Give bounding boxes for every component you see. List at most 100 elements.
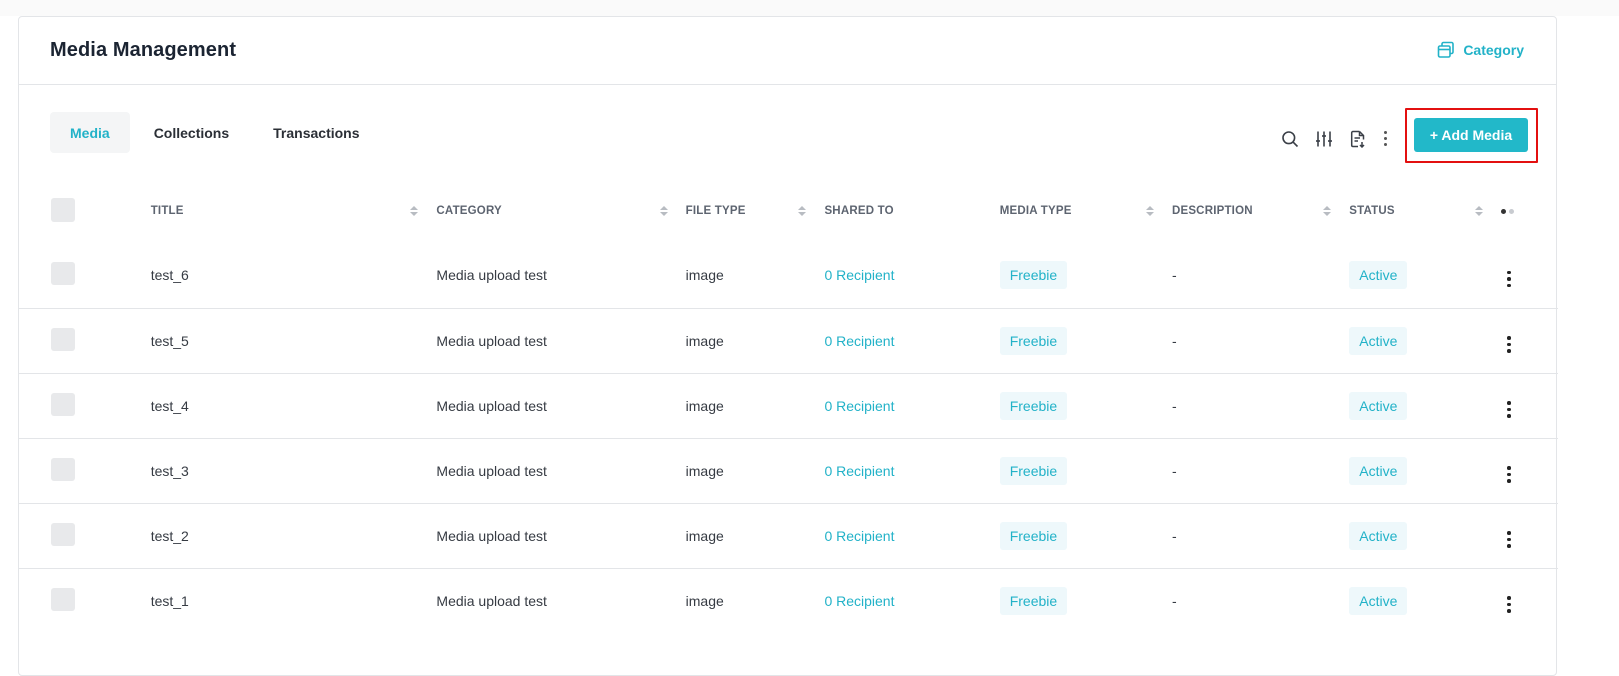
row-shared-to-link[interactable]: 0 Recipient <box>824 398 894 414</box>
row-description: - <box>1171 502 1350 568</box>
row-actions-cell <box>1501 502 1558 568</box>
column-description: DESCRIPTION <box>1172 179 1349 243</box>
row-media-type-cell: Freebie <box>999 437 1172 503</box>
row-more-vertical-icon[interactable] <box>1501 464 1517 485</box>
sort-icon[interactable] <box>1145 206 1154 216</box>
row-more-vertical-icon[interactable] <box>1501 594 1517 615</box>
row-more-vertical-icon[interactable] <box>1501 269 1517 290</box>
row-actions-cell <box>1501 243 1558 308</box>
row-file-type: image <box>685 307 825 373</box>
stacked-windows-icon <box>1438 41 1455 58</box>
sort-icon[interactable] <box>1323 206 1332 216</box>
row-select-cell <box>19 502 151 568</box>
row-shared-to-link[interactable]: 0 Recipient <box>824 267 894 283</box>
row-checkbox[interactable] <box>51 522 75 546</box>
row-status-cell: Active <box>1349 243 1501 308</box>
row-shared-to-cell: 0 Recipient <box>824 372 1000 438</box>
card-header: Media Management Category <box>19 17 1556 85</box>
sort-icon[interactable] <box>659 206 668 216</box>
row-checkbox[interactable] <box>51 587 75 611</box>
table-row[interactable]: test_3 Media upload test image 0 Recipie… <box>19 437 1558 503</box>
column-title: TITLE <box>151 179 437 243</box>
sort-icon[interactable] <box>410 206 419 216</box>
row-title: test_1 <box>150 567 437 633</box>
row-media-type-cell: Freebie <box>999 307 1172 373</box>
row-more-vertical-icon[interactable] <box>1501 529 1517 550</box>
search-icon[interactable] <box>1279 128 1301 150</box>
row-actions-cell <box>1501 567 1558 633</box>
row-title: test_3 <box>150 437 437 503</box>
row-media-type-cell: Freebie <box>999 243 1172 308</box>
status-badge: Active <box>1349 586 1408 615</box>
media-table: TITLE CATEGORY FILE TYPE SHARED TO MEDIA… <box>19 179 1558 633</box>
row-category: Media upload test <box>436 437 686 503</box>
row-title: test_4 <box>150 372 437 438</box>
sort-icon[interactable] <box>1475 206 1484 216</box>
table-header-row: TITLE CATEGORY FILE TYPE SHARED TO MEDIA… <box>19 179 1558 243</box>
column-settings-icon[interactable] <box>1501 209 1515 214</box>
media-type-badge: Freebie <box>999 261 1068 290</box>
row-category: Media upload test <box>436 267 547 284</box>
row-more-vertical-icon[interactable] <box>1501 334 1517 355</box>
export-document-icon[interactable] <box>1347 128 1369 150</box>
row-shared-to-link[interactable]: 0 Recipient <box>824 528 894 544</box>
page-title: Media Management <box>50 39 237 61</box>
row-more-vertical-icon[interactable] <box>1501 399 1517 420</box>
row-media-type-cell: Freebie <box>999 502 1172 568</box>
media-type-badge: Freebie <box>999 456 1068 485</box>
media-type-badge: Freebie <box>999 586 1068 615</box>
media-type-badge: Freebie <box>999 521 1068 550</box>
media-type-badge: Freebie <box>999 391 1068 420</box>
sort-icon[interactable] <box>798 206 807 216</box>
row-category: Media upload test <box>436 307 686 373</box>
select-all-cell <box>19 179 151 243</box>
column-shared-to-label: SHARED TO <box>824 205 894 217</box>
column-settings <box>1501 179 1558 243</box>
row-file-type: image <box>685 567 825 633</box>
row-shared-to-cell: 0 Recipient <box>824 243 999 308</box>
row-title: test_6 <box>150 267 189 284</box>
row-shared-to-link[interactable]: 0 Recipient <box>824 463 894 479</box>
status-badge: Active <box>1349 391 1408 420</box>
row-file-type: image <box>685 437 825 503</box>
tab-collections[interactable]: Collections <box>134 112 249 153</box>
row-description: - <box>1171 372 1350 438</box>
table-row[interactable]: test_6 Media upload test image 0 Recipie… <box>19 243 1558 308</box>
column-media-type: MEDIA TYPE <box>1000 179 1172 243</box>
add-media-highlight: + Add Media <box>1405 108 1538 163</box>
category-link[interactable]: Category <box>1437 41 1524 59</box>
tab-media[interactable]: Media <box>50 112 130 153</box>
table-row[interactable]: test_5 Media upload test image 0 Recipie… <box>19 307 1558 373</box>
row-media-type-cell: Freebie <box>999 567 1172 633</box>
row-shared-to-link[interactable]: 0 Recipient <box>824 593 894 609</box>
row-shared-to-cell: 0 Recipient <box>824 567 1000 633</box>
table-row[interactable]: test_2 Media upload test image 0 Recipie… <box>19 502 1558 568</box>
select-all-checkbox[interactable] <box>51 197 75 222</box>
add-media-button[interactable]: + Add Media <box>1414 118 1528 152</box>
toolbar: + Add Media <box>1279 108 1538 163</box>
row-status-cell: Active <box>1349 567 1502 633</box>
more-vertical-icon[interactable] <box>1381 128 1389 150</box>
row-title: test_2 <box>150 502 437 568</box>
row-checkbox[interactable] <box>51 392 75 416</box>
row-select-cell <box>19 567 151 633</box>
top-strip <box>0 0 1619 16</box>
status-badge: Active <box>1349 456 1408 485</box>
column-shared-to: SHARED TO <box>824 179 999 243</box>
row-status-cell: Active <box>1349 307 1502 373</box>
row-category: Media upload test <box>436 372 686 438</box>
row-shared-to-link[interactable]: 0 Recipient <box>824 333 894 349</box>
row-description: - <box>1171 307 1350 373</box>
table-row[interactable]: test_1 Media upload test image 0 Recipie… <box>19 567 1558 633</box>
row-select-cell <box>19 307 151 373</box>
row-checkbox[interactable] <box>51 327 75 351</box>
table-row[interactable]: test_4 Media upload test image 0 Recipie… <box>19 372 1558 438</box>
row-file-type: image <box>685 502 825 568</box>
row-checkbox[interactable] <box>51 262 75 286</box>
column-description-label: DESCRIPTION <box>1171 205 1253 217</box>
tab-transactions[interactable]: Transactions <box>253 112 379 153</box>
filter-sliders-icon[interactable] <box>1313 128 1335 150</box>
row-description: - <box>1171 267 1177 284</box>
row-media-type-cell: Freebie <box>999 372 1172 438</box>
row-checkbox[interactable] <box>51 457 75 481</box>
